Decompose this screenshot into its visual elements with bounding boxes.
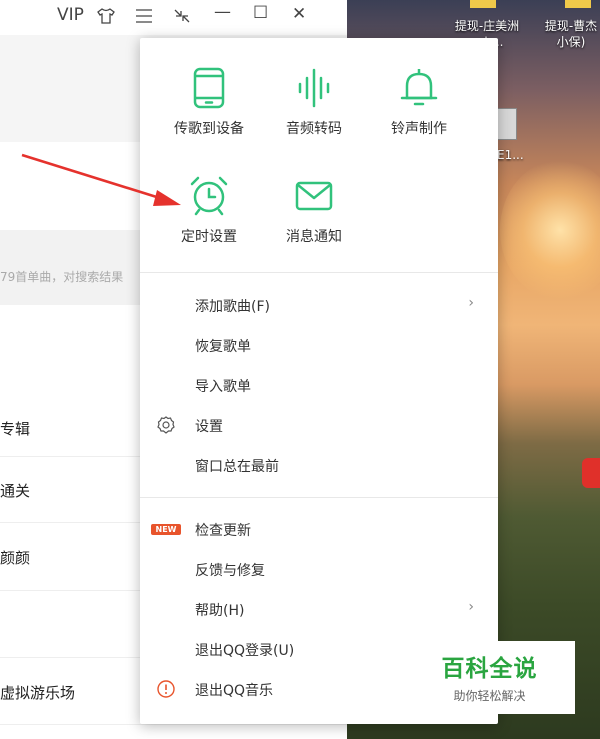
waveform-icon bbox=[292, 66, 336, 110]
desktop-folder-icon-2[interactable] bbox=[565, 0, 591, 8]
feature-label: 传歌到设备 bbox=[174, 121, 244, 137]
menu-item-check-update[interactable]: NEW 检查更新 bbox=[140, 511, 498, 547]
desktop-app-logo-icon[interactable] bbox=[582, 458, 600, 488]
chevron-right-icon: › bbox=[468, 295, 474, 311]
menu-item-help[interactable]: 帮助(H) › bbox=[140, 591, 498, 627]
minimize-button[interactable]: — bbox=[214, 2, 231, 22]
envelope-icon bbox=[292, 174, 336, 218]
menu-item-feedback-repair[interactable]: 反馈与修复 bbox=[140, 551, 498, 587]
message-notification-button[interactable]: 消息通知 bbox=[264, 174, 364, 246]
desktop-icon-label-2[interactable]: 提现-曹杰 小保) bbox=[536, 18, 600, 50]
list-item[interactable]: 虚拟游乐场 bbox=[0, 682, 75, 703]
alarm-clock-icon bbox=[187, 174, 231, 218]
phone-icon bbox=[187, 66, 231, 110]
menu-item-restore-playlist[interactable]: 恢复歌单 bbox=[140, 327, 498, 363]
desktop-icon-label-3[interactable]: E1... bbox=[497, 147, 524, 163]
menu-item-import-playlist[interactable]: 导入歌单 bbox=[140, 367, 498, 403]
list-item[interactable]: 颜颜 bbox=[0, 547, 30, 568]
menu-item-settings[interactable]: 设置 bbox=[140, 407, 498, 443]
list-item[interactable]: 专辑 bbox=[0, 418, 30, 439]
ringtone-maker-button[interactable]: 铃声制作 bbox=[369, 66, 469, 138]
menu-divider bbox=[140, 497, 498, 498]
close-button[interactable]: ✕ bbox=[292, 4, 306, 24]
feature-label: 音频转码 bbox=[286, 121, 342, 137]
list-divider bbox=[0, 724, 347, 725]
mini-mode-icon[interactable] bbox=[173, 8, 191, 29]
search-result-hint: 79首单曲，对搜索结果 bbox=[0, 270, 124, 284]
transfer-to-device-button[interactable]: 传歌到设备 bbox=[159, 66, 259, 138]
menu-item-always-on-top[interactable]: 窗口总在最前 bbox=[140, 447, 498, 483]
main-menu-dropdown: 传歌到设备 音频转码 铃声制作 定时设置 消息通知 添加歌曲(F) › 恢复歌单… bbox=[140, 38, 498, 724]
shirt-icon[interactable] bbox=[96, 6, 116, 31]
desktop-folder-icon[interactable] bbox=[470, 0, 496, 8]
watermark-badge: 百科全说 助你轻松解决 bbox=[432, 641, 575, 714]
menu-icon[interactable] bbox=[135, 8, 153, 29]
menu-item-add-song[interactable]: 添加歌曲(F) › bbox=[140, 287, 498, 323]
audio-transcode-button[interactable]: 音频转码 bbox=[264, 66, 364, 138]
new-badge: NEW bbox=[151, 524, 181, 535]
bell-icon bbox=[397, 66, 441, 110]
watermark-title: 百科全说 bbox=[441, 656, 538, 682]
feature-label: 定时设置 bbox=[181, 229, 237, 245]
maximize-button[interactable]: ☐ bbox=[253, 3, 268, 23]
menu-divider bbox=[140, 272, 498, 273]
title-bar: VIP — ☐ ✕ bbox=[0, 0, 347, 35]
list-item[interactable]: 通关 bbox=[0, 480, 30, 501]
timer-settings-button[interactable]: 定时设置 bbox=[159, 174, 259, 246]
watermark-subtitle: 助你轻松解决 bbox=[453, 689, 526, 703]
gear-icon bbox=[156, 415, 176, 435]
feature-label: 铃声制作 bbox=[391, 121, 447, 137]
vip-button[interactable]: VIP bbox=[57, 5, 84, 25]
feature-label: 消息通知 bbox=[286, 229, 342, 245]
desktop-file-thumbnail[interactable] bbox=[497, 108, 517, 140]
chevron-right-icon: › bbox=[468, 599, 474, 615]
exit-icon bbox=[156, 679, 176, 699]
